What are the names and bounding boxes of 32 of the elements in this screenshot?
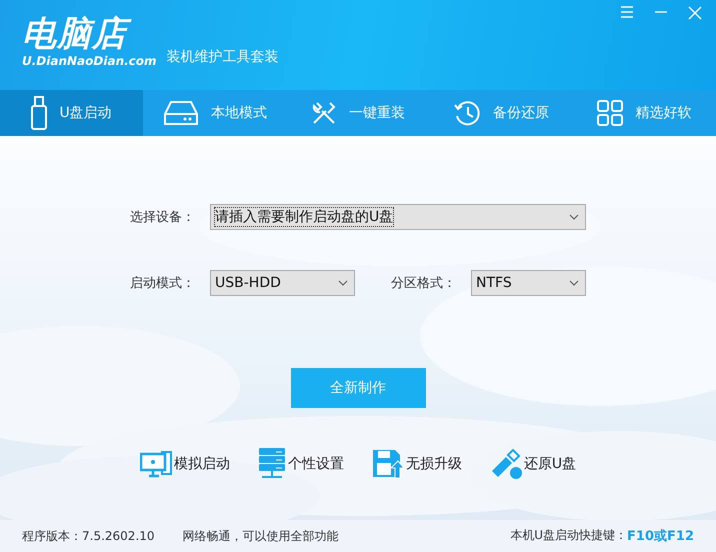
field-label: 选择设备： [130,209,196,226]
partition-dropdown[interactable]: NTFS [471,270,586,296]
tools-icon [311,100,337,126]
computer-icon [140,450,172,478]
logo-text: 电脑店 [22,14,157,54]
hard-drive-icon [162,100,199,126]
close-icon[interactable] [688,6,702,20]
dropdown-caret-icon [338,280,348,286]
tool-button[interactable]: 无损升级 [372,449,462,479]
field-label: 启动模式： [130,275,196,292]
hotkey-value: F10或F12 [627,528,694,545]
logo-url: U.DianNaoDian.com [22,54,157,68]
dropdown-caret-icon [569,214,579,220]
tool-button[interactable]: 还原U盘 [490,449,576,479]
tool-button[interactable]: 模拟启动 [140,450,230,478]
tool-button[interactable]: 个性设置 [258,448,344,480]
apps-grid-icon [597,100,624,126]
version-text: 程序版本：7.5.2602.10 [22,528,155,544]
floppy-upload-icon [372,449,404,479]
nav-tab[interactable]: U盘启动 [0,90,144,136]
menu-icon[interactable] [620,6,634,18]
usb-stick-icon [490,449,522,479]
history-icon [453,99,482,127]
app-subtitle: 装机维护工具套装 [166,48,279,66]
boot-mode-dropdown[interactable]: USB-HDD [210,270,355,296]
network-status: 网络畅通，可以使用全部功能 [182,528,339,544]
hotkey-label: 本机U盘启动快捷键： [510,527,628,544]
usb-drive-icon [31,96,48,130]
dropdown-caret-icon [569,280,579,286]
device-dropdown[interactable]: 请插入需要制作启动盘的U盘 [210,204,586,230]
server-icon [258,448,286,480]
field-label: 分区格式： [391,275,457,292]
